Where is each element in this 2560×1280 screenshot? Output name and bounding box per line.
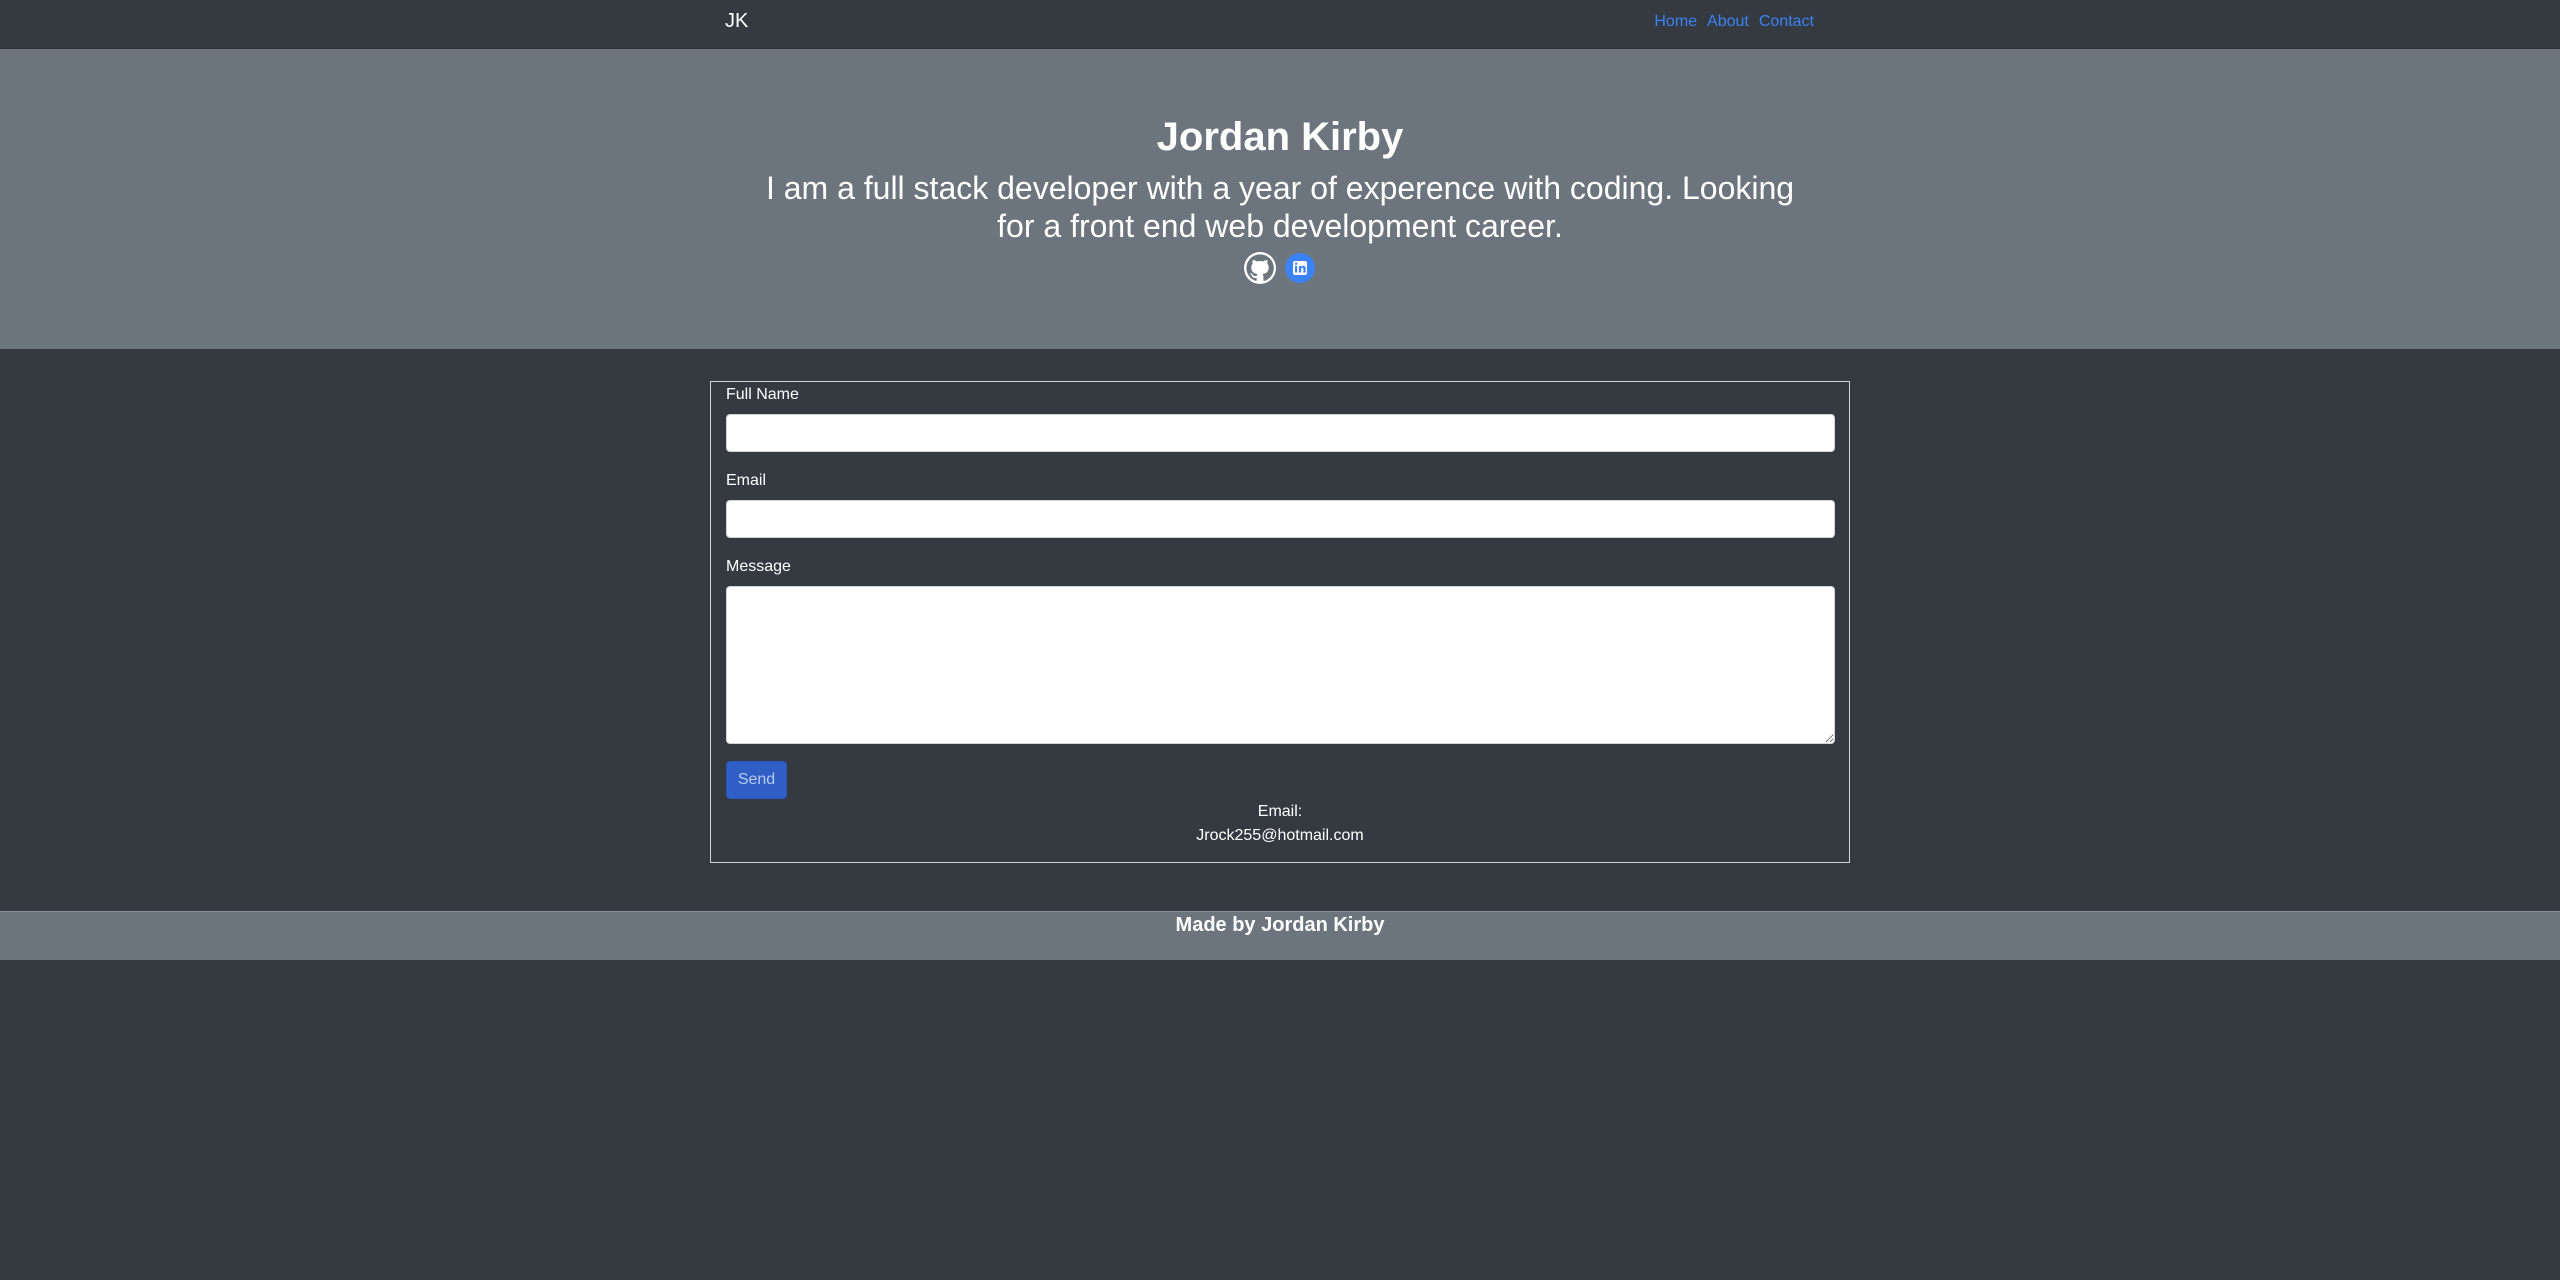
contact-form-card: Full Name Email Message Send Email: Jroc… bbox=[710, 381, 1850, 863]
contact-email-label: Email: bbox=[1257, 803, 1303, 820]
message-label: Message bbox=[726, 558, 791, 575]
full-name-input[interactable] bbox=[726, 414, 1835, 452]
navbar: JK Home About Contact bbox=[0, 0, 2560, 49]
email-label: Email bbox=[726, 472, 767, 489]
nav-links: Home About Contact bbox=[1649, 11, 1819, 33]
nav-link-home[interactable]: Home bbox=[1649, 11, 1702, 33]
contact-email-address: Jrock255@hotmail.com bbox=[1196, 827, 1364, 844]
nav-link-about[interactable]: About bbox=[1702, 11, 1754, 33]
send-button[interactable]: Send bbox=[726, 761, 787, 799]
hero-section: Jordan Kirby I am a full stack developer… bbox=[0, 49, 2560, 349]
hero-title: Jordan Kirby bbox=[1156, 115, 1404, 159]
github-icon[interactable] bbox=[1244, 252, 1276, 284]
email-input[interactable] bbox=[726, 500, 1835, 538]
nav-link-contact[interactable]: Contact bbox=[1754, 11, 1819, 33]
footer: Made by Jordan Kirby bbox=[0, 911, 2560, 960]
footer-text: Made by Jordan Kirby bbox=[1175, 914, 1385, 936]
brand-logo[interactable]: JK bbox=[725, 10, 748, 33]
hero-lead: I am a full stack developer with a year … bbox=[765, 170, 1795, 244]
social-links bbox=[0, 252, 2560, 284]
linkedin-icon[interactable] bbox=[1284, 252, 1316, 284]
message-textarea[interactable] bbox=[726, 586, 1835, 744]
full-name-label: Full Name bbox=[726, 386, 799, 403]
